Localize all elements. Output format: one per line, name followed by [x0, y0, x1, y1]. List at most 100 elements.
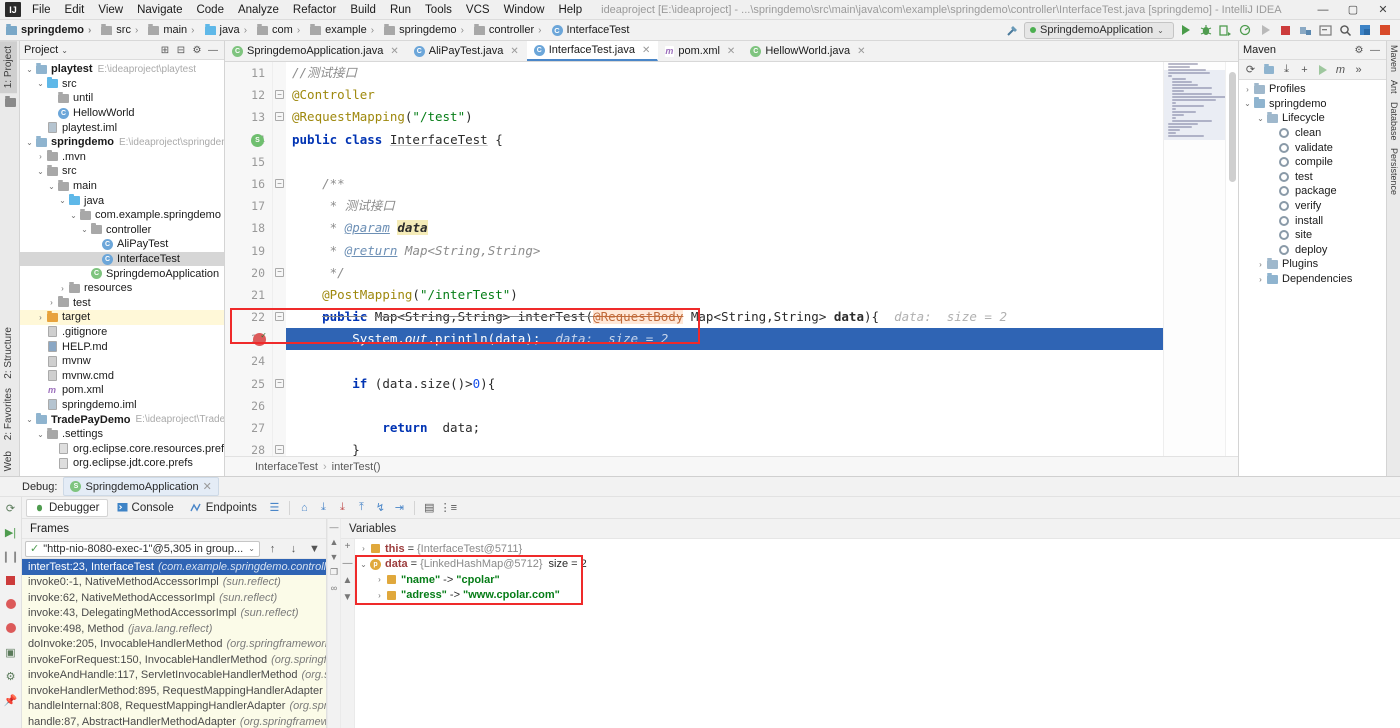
expand-all-icon[interactable]: ⊞ [158, 43, 172, 58]
rail-tab-project[interactable]: 1: Project [0, 41, 17, 94]
tree-row[interactable]: C AliPayTest [20, 237, 224, 252]
rail-tab-database[interactable]: Database [1387, 98, 1400, 145]
tree-row[interactable]: ⌄ TradePayDemo E:\ideaproject\TradePay [20, 412, 224, 427]
tree-row[interactable]: › .mvn [20, 150, 224, 165]
update-app-icon[interactable] [1297, 22, 1314, 39]
filter-icon[interactable]: ▼ [306, 540, 323, 557]
chevron-right-icon[interactable]: › [373, 575, 386, 584]
frame-row[interactable]: invoke0:-1, NativeMethodAccessorImpl (sun… [22, 575, 326, 591]
tree-row[interactable]: playtest.iml [20, 120, 224, 135]
close-icon[interactable]: ✕ [642, 45, 650, 56]
editor-gutter[interactable]: 11121314151617181920212223242526272829S [225, 62, 273, 456]
chevron-down-icon[interactable]: ⌄ [35, 167, 46, 176]
step-into-icon[interactable]: ⤓ [334, 499, 351, 516]
chevron-down-icon[interactable]: ⌄ [24, 138, 35, 147]
maven-tree[interactable]: › Profiles ⌄ springdemo ⌄ Lifecycle clean valid… [1239, 80, 1386, 476]
settings-icon[interactable]: ⋮≡ [440, 499, 457, 516]
run-with-coverage-button[interactable] [1217, 22, 1234, 39]
line-number[interactable]: 17 [225, 195, 272, 217]
layout-icon[interactable]: ☰ [266, 499, 283, 516]
frame-down-icon[interactable]: ↓ [285, 540, 302, 557]
frame-row[interactable]: invoke:62, NativeMethodAccessorImpl (sun.… [22, 590, 326, 606]
line-number[interactable]: 22 [225, 306, 272, 328]
chevron-right-icon[interactable]: › [57, 284, 68, 293]
tree-row[interactable]: ⌄ springdemo E:\ideaproject\springdemo [20, 135, 224, 150]
remove-icon[interactable]: — [330, 522, 339, 532]
variable-row[interactable]: › "adress" -> "www.cpolar.com" [355, 588, 1400, 604]
tree-row[interactable]: ⌄ src [20, 77, 224, 92]
frame-row[interactable]: invokeHandlerMethod:895, RequestMappingH… [22, 683, 326, 699]
line-number[interactable]: 14 [225, 129, 272, 151]
breadcrumb-item-springdemo-pkg[interactable]: springdemo › [381, 23, 471, 37]
line-number[interactable]: 11 [225, 62, 272, 84]
line-number[interactable]: 18 [225, 217, 272, 239]
code-line-24[interactable] [286, 350, 1163, 372]
rail-tab-structure[interactable]: 2: Structure [0, 322, 17, 384]
editor-tab-pom-xml[interactable]: m pom.xml ✕ [658, 41, 743, 61]
add-maven-project-icon[interactable] [1260, 61, 1277, 78]
tree-row[interactable]: C SpringdemoApplication [20, 266, 224, 281]
frame-row[interactable]: doInvoke:205, InvocableHandlerMethod (org… [22, 637, 326, 653]
editor-tab-bar[interactable]: C SpringdemoApplication.java ✕ C AliPayTest.… [225, 41, 1238, 62]
tree-row[interactable]: ⌄ .settings [20, 427, 224, 442]
line-number[interactable]: 16 [225, 173, 272, 195]
breadcrumb-item-springdemo[interactable]: springdemo › [3, 23, 98, 37]
add-watch-icon[interactable]: + [345, 541, 351, 552]
tree-row[interactable]: ⌄ com.example.springdemo [20, 208, 224, 223]
line-number[interactable]: 13 [225, 106, 272, 128]
chevron-right-icon[interactable]: › [1242, 85, 1253, 94]
rail-tab-maven[interactable]: Maven [1387, 41, 1400, 76]
code-editor[interactable]: 11121314151617181920212223242526272829S … [225, 62, 1238, 456]
line-number[interactable]: 25 [225, 373, 272, 395]
code-line-13[interactable]: @RequestMapping("/test") [286, 106, 1163, 128]
add-icon[interactable]: + [1296, 61, 1313, 78]
tree-row[interactable]: springdemo.iml [20, 398, 224, 413]
rerun-icon[interactable]: ⟳ [2, 500, 20, 516]
rail-tab-web[interactable]: Web [0, 446, 17, 476]
editor-scrollbar[interactable] [1225, 62, 1238, 456]
open-terminal-icon[interactable] [1317, 22, 1334, 39]
maven-tree-row[interactable]: compile [1239, 155, 1386, 170]
line-number[interactable]: 12 [225, 84, 272, 106]
breadcrumb-item-main[interactable]: main › [145, 23, 201, 37]
close-button[interactable]: ✕ [1368, 0, 1398, 20]
chevron-down-icon[interactable]: ⌄ [1255, 114, 1266, 123]
chevron-right-icon[interactable]: › [357, 544, 370, 553]
code-line-18[interactable]: * @param data [286, 217, 1163, 239]
maven-tree-row[interactable]: ⌄ Lifecycle [1239, 111, 1386, 126]
code-line-26[interactable] [286, 395, 1163, 417]
maven-tree-row[interactable]: deploy [1239, 243, 1386, 258]
tree-row[interactable]: › target [20, 310, 224, 325]
editor-tab-interfacetest-java[interactable]: C InterfaceTest.java ✕ [526, 41, 659, 61]
fold-marker-icon[interactable]: − [275, 90, 284, 100]
copy-icon[interactable]: ❐ [330, 567, 338, 578]
build-hammer-icon[interactable] [1004, 22, 1021, 39]
chevron-down-icon[interactable]: ⌄ [24, 415, 35, 424]
menu-item-tools[interactable]: Tools [418, 2, 459, 18]
code-content[interactable]: //测试接口 @Controller @RequestMapping("/test"… [286, 62, 1163, 456]
scroll-down-icon[interactable]: ▼ [330, 552, 339, 562]
chevron-right-icon[interactable]: › [373, 591, 386, 600]
code-line-25[interactable]: if (data.size()>0){ [286, 373, 1163, 395]
download-sources-icon[interactable]: ⤓ [1278, 61, 1295, 78]
code-folding-column[interactable]: − − − − − − − [273, 62, 286, 456]
variable-row[interactable]: › this = {InterfaceTest@5711} [355, 541, 1400, 557]
chevron-down-icon[interactable]: ⌄ [79, 225, 90, 234]
close-icon[interactable]: ✕ [510, 46, 518, 57]
chevron-down-icon[interactable]: ⌄ [68, 211, 79, 220]
collapse-all-icon[interactable]: ⊟ [174, 43, 188, 58]
stop-button[interactable] [1277, 22, 1294, 39]
stop-icon[interactable] [2, 572, 20, 588]
chevron-down-icon[interactable]: ⌄ [357, 560, 370, 569]
code-line-11[interactable]: //测试接口 [286, 62, 1163, 84]
breadcrumb-item-controller[interactable]: controller › [471, 23, 549, 37]
tab-debugger[interactable]: Debugger [26, 498, 108, 517]
breadcrumb-method[interactable]: interTest() [332, 461, 381, 473]
project-folder-icon[interactable] [0, 93, 20, 111]
line-number[interactable]: 27 [225, 417, 272, 439]
app-extra-icon-2[interactable] [1377, 22, 1394, 39]
mute-breakpoints-icon[interactable] [2, 596, 20, 612]
rail-tab-ant[interactable]: Ant [1387, 76, 1400, 98]
rail-tab-persistence[interactable]: Persistence [1387, 144, 1400, 199]
code-line-23[interactable]: System.out.println(data); data: size = 2 [286, 328, 1163, 351]
